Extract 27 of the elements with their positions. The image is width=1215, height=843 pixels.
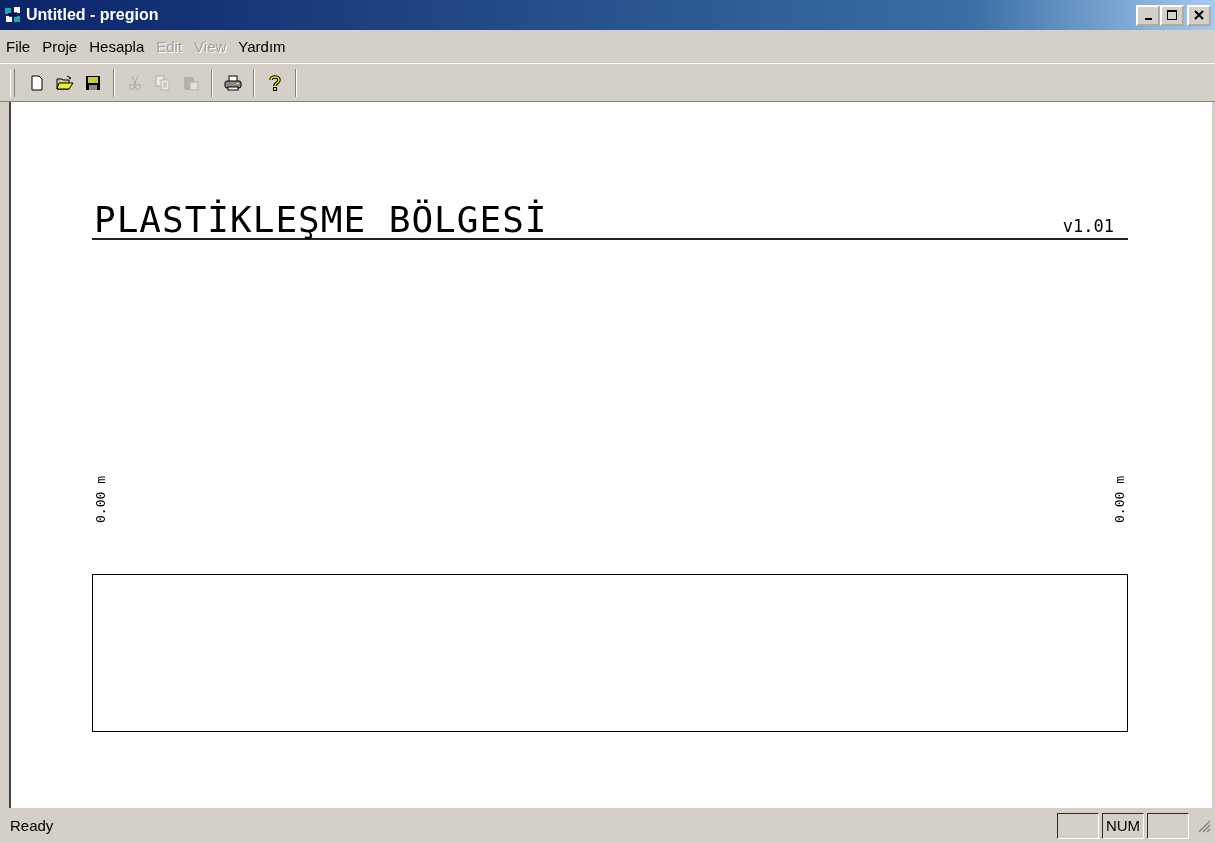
status-panel xyxy=(1147,812,1189,839)
copy-icon xyxy=(155,74,171,91)
version-label: v1.01 xyxy=(1062,216,1115,238)
printer-icon xyxy=(224,74,242,91)
status-indicator: NUM xyxy=(1102,812,1144,839)
close-button[interactable] xyxy=(1187,4,1211,26)
depth-label: 0.00 m xyxy=(93,476,108,523)
resize-grip-icon xyxy=(1197,818,1211,833)
depth-label: 0.00 m xyxy=(1112,476,1127,523)
clipboard-icon xyxy=(183,74,199,91)
status-message: Ready xyxy=(10,817,55,834)
scissors-icon xyxy=(127,74,143,91)
question-mark-icon xyxy=(268,74,282,91)
menu-item[interactable]: Proje xyxy=(42,38,78,55)
window-title: Untitled - pregion xyxy=(26,6,160,24)
menu-item[interactable]: Hesapla xyxy=(89,38,145,55)
menu-item[interactable]: File xyxy=(6,38,31,55)
blank-page-icon xyxy=(29,74,45,91)
minimize-icon xyxy=(1144,18,1152,20)
minimize-button[interactable] xyxy=(1136,4,1160,26)
maximize-icon xyxy=(1167,10,1177,20)
menu-item[interactable]: Yardım xyxy=(238,38,286,55)
folder-icon xyxy=(56,74,74,91)
maximize-button[interactable] xyxy=(1160,4,1184,26)
app-icon xyxy=(4,6,22,24)
status-panel xyxy=(1057,812,1099,839)
close-icon xyxy=(1194,10,1204,20)
